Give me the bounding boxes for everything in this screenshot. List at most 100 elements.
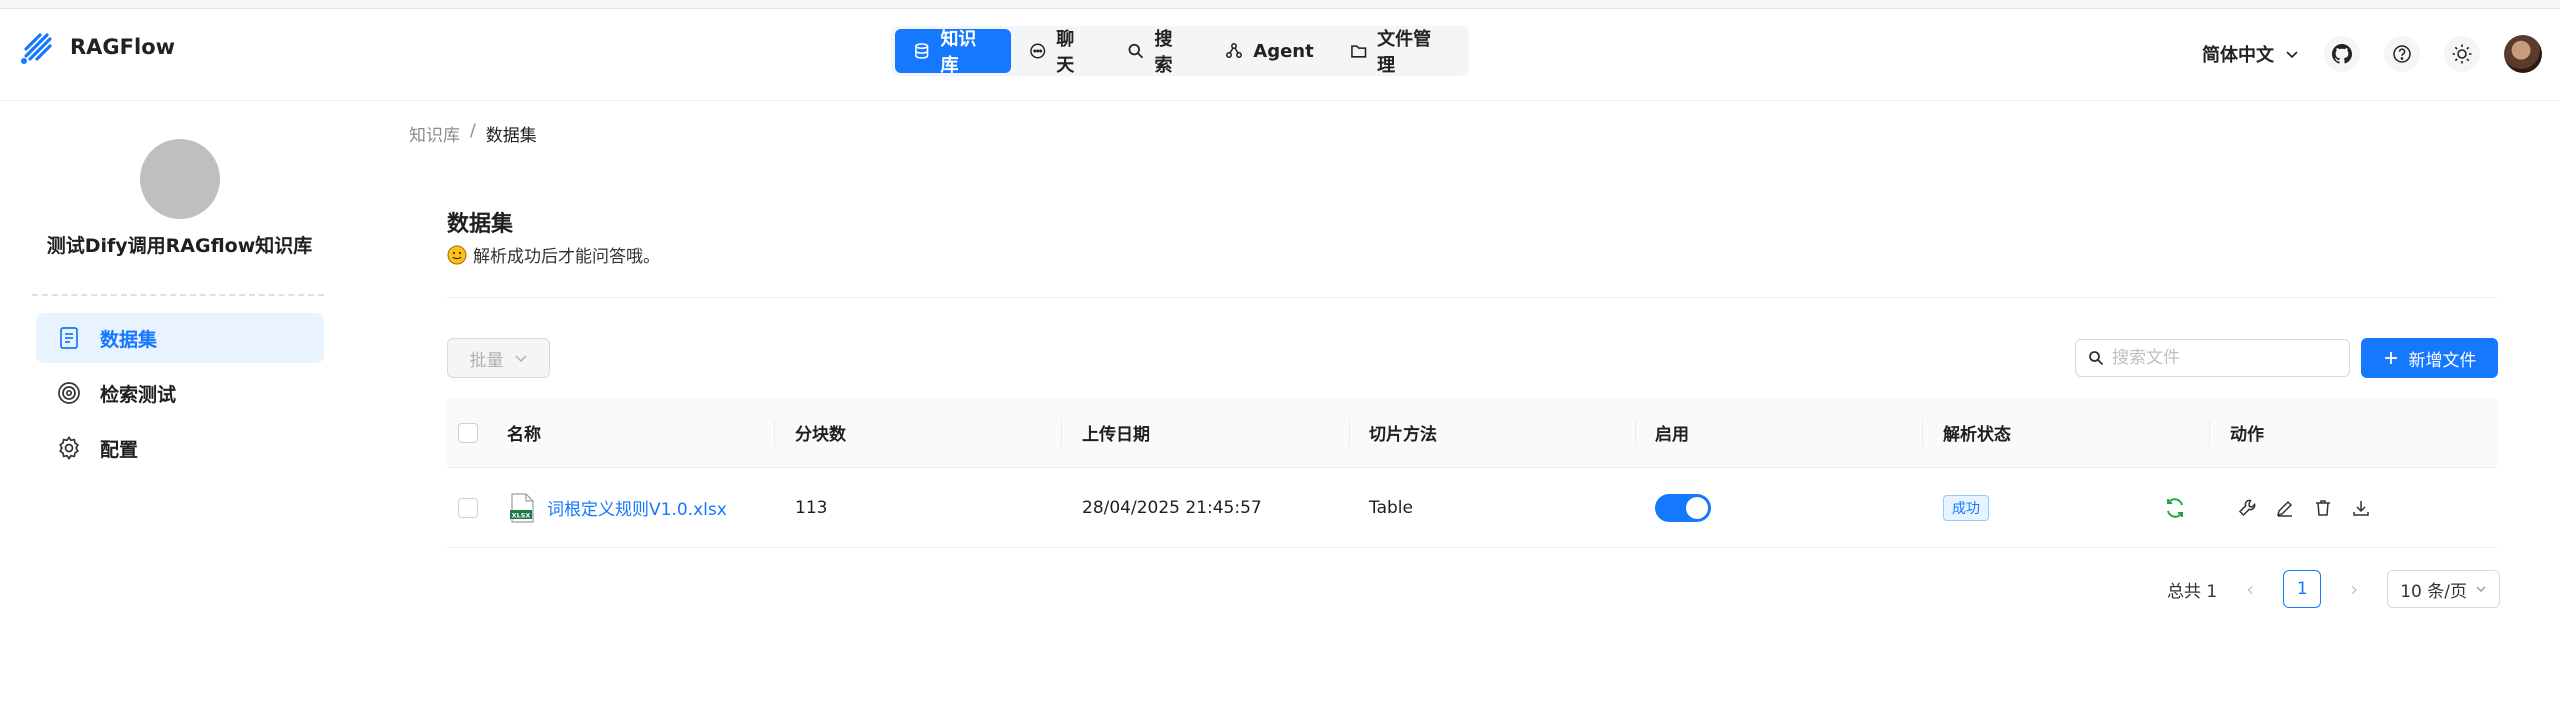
chat-icon <box>1029 43 1045 59</box>
help-button[interactable] <box>2384 36 2420 72</box>
knowledge-base-avatar <box>140 139 220 219</box>
nav-label: 知识库 <box>940 29 977 76</box>
language-label: 简体中文 <box>2202 45 2274 66</box>
page-number-button[interactable]: 1 <box>2283 570 2322 608</box>
sidebar-menu: 数据集 检索测试 配置 <box>36 313 324 478</box>
sidebar-item-label: 配置 <box>100 438 139 461</box>
column-separator <box>1922 420 1923 446</box>
breadcrumb-root[interactable]: 知识库 <box>409 121 460 146</box>
page-description-text: 解析成功后才能问答哦。 <box>473 247 660 267</box>
column-separator <box>1635 420 1636 446</box>
search-icon <box>1128 43 1144 59</box>
row-select-cell <box>458 468 478 547</box>
user-avatar[interactable] <box>2504 35 2542 73</box>
enable-toggle-cell <box>1655 468 1711 547</box>
plus-icon <box>2384 352 2397 364</box>
header-actions: 简体中文 <box>2202 35 2542 73</box>
sidebar-item-label: 检索测试 <box>100 383 177 406</box>
chevron-down-icon <box>2286 51 2298 59</box>
batch-label: 批量 <box>469 350 504 371</box>
row-checkbox[interactable] <box>458 497 478 518</box>
status-badge[interactable]: 成功 <box>1943 494 1989 521</box>
breadcrumb-separator: / <box>470 121 476 141</box>
upload-date: 28/04/2025 21:45:57 <box>1082 497 1262 518</box>
nav-label: 搜索 <box>1154 29 1173 76</box>
documents-table: 名称 分块数 上传日期 切片方法 启用 解析状态 动作 XLSX 词根定义规则V… <box>447 398 2497 548</box>
row-actions <box>2237 468 2371 547</box>
nav-chat[interactable]: 聊天 <box>1011 29 1109 76</box>
enable-toggle[interactable] <box>1655 493 1711 522</box>
column-separator <box>774 420 775 446</box>
download-icon[interactable] <box>2351 498 2371 518</box>
add-file-button[interactable]: 新增文件 <box>2361 338 2498 378</box>
column-separator <box>1349 420 1350 446</box>
page-size-label: 10 条/页 <box>2400 581 2467 602</box>
add-file-label: 新增文件 <box>2408 350 2477 371</box>
language-select[interactable]: 简体中文 <box>2202 41 2300 67</box>
column-header-parse-status[interactable]: 解析状态 <box>1943 398 2011 467</box>
sidebar-item-settings[interactable]: 配置 <box>36 423 324 473</box>
nav-knowledge-base[interactable]: 知识库 <box>895 29 1011 76</box>
table-row: XLSX 词根定义规则V1.0.xlsx 113 28/04/2025 21:4… <box>447 468 2497 548</box>
ragflow-logo-icon <box>21 33 52 64</box>
page-description: 解析成功后才能问答哦。 <box>447 242 660 267</box>
page-title: 数据集 <box>447 212 514 237</box>
sidebar-divider <box>32 294 324 296</box>
column-header-chunks[interactable]: 分块数 <box>795 398 846 467</box>
chevron-down-icon <box>514 355 527 363</box>
batch-button[interactable]: 批量 <box>447 338 550 378</box>
top-header: RAGFlow 知识库 聊天 搜索 Agent 文件管理 简体中文 <box>0 9 2560 101</box>
smile-emoji-icon <box>447 245 467 264</box>
agent-icon <box>1226 43 1243 58</box>
target-icon <box>58 382 80 404</box>
parse-status-cell: 成功 <box>1943 468 1989 547</box>
select-all-cell <box>458 398 478 467</box>
edit-icon[interactable] <box>2275 498 2295 518</box>
app-logo[interactable]: RAGFlow <box>18 27 175 67</box>
help-icon <box>2393 45 2411 63</box>
breadcrumb-current: 数据集 <box>485 126 537 146</box>
gear-icon <box>59 436 79 460</box>
wrench-icon[interactable] <box>2237 498 2257 518</box>
folder-icon <box>1350 45 1367 58</box>
sidebar-item-dataset[interactable]: 数据集 <box>36 313 324 363</box>
trash-icon[interactable] <box>2313 498 2333 518</box>
prev-page-button[interactable]: ‹ <box>2235 577 2265 601</box>
next-page-button[interactable]: › <box>2339 577 2369 601</box>
file-type-label: XLSX <box>512 511 531 519</box>
chunk-count: 113 <box>795 497 828 518</box>
column-separator <box>2209 420 2210 446</box>
nav-file-management[interactable]: 文件管理 <box>1332 29 1465 76</box>
column-header-chunk-method[interactable]: 切片方法 <box>1369 398 1437 467</box>
chunk-method[interactable]: Table <box>1369 468 1413 547</box>
github-icon <box>2332 44 2352 64</box>
theme-toggle-button[interactable] <box>2444 36 2480 72</box>
column-header-enabled[interactable]: 启用 <box>1655 398 1689 467</box>
pagination: 总共 1 ‹ 1 › 10 条/页 <box>2167 570 2500 608</box>
file-search[interactable] <box>2075 339 2350 377</box>
page-size-select[interactable]: 10 条/页 <box>2387 570 2500 608</box>
document-icon <box>60 327 78 349</box>
file-name[interactable]: 词根定义规则V1.0.xlsx <box>547 495 727 520</box>
section-divider <box>447 297 2497 298</box>
nav-label: 聊天 <box>1056 29 1075 76</box>
sidebar-item-retrieval-test[interactable]: 检索测试 <box>36 368 324 418</box>
table-header: 名称 分块数 上传日期 切片方法 启用 解析状态 动作 <box>447 398 2497 468</box>
column-header-upload-date[interactable]: 上传日期 <box>1082 398 1150 467</box>
app-name: RAGFlow <box>70 35 176 59</box>
nav-label: 文件管理 <box>1377 29 1432 76</box>
select-all-checkbox[interactable] <box>458 422 478 443</box>
nav-agent[interactable]: Agent <box>1207 29 1331 73</box>
file-name-cell[interactable]: XLSX 词根定义规则V1.0.xlsx <box>509 468 727 547</box>
column-separator <box>1061 420 1062 446</box>
main-nav: 知识库 聊天 搜索 Agent 文件管理 <box>891 26 1469 76</box>
breadcrumb: 知识库 / 数据集 <box>409 121 537 146</box>
refresh-icon[interactable] <box>2163 496 2187 520</box>
sun-icon <box>2452 44 2472 64</box>
nav-label: Agent <box>1253 40 1314 62</box>
github-button[interactable] <box>2324 36 2360 72</box>
browser-top-strip <box>0 0 2560 9</box>
column-header-name[interactable]: 名称 <box>507 398 541 467</box>
search-input[interactable] <box>2112 348 2332 368</box>
nav-search[interactable]: 搜索 <box>1109 29 1207 76</box>
